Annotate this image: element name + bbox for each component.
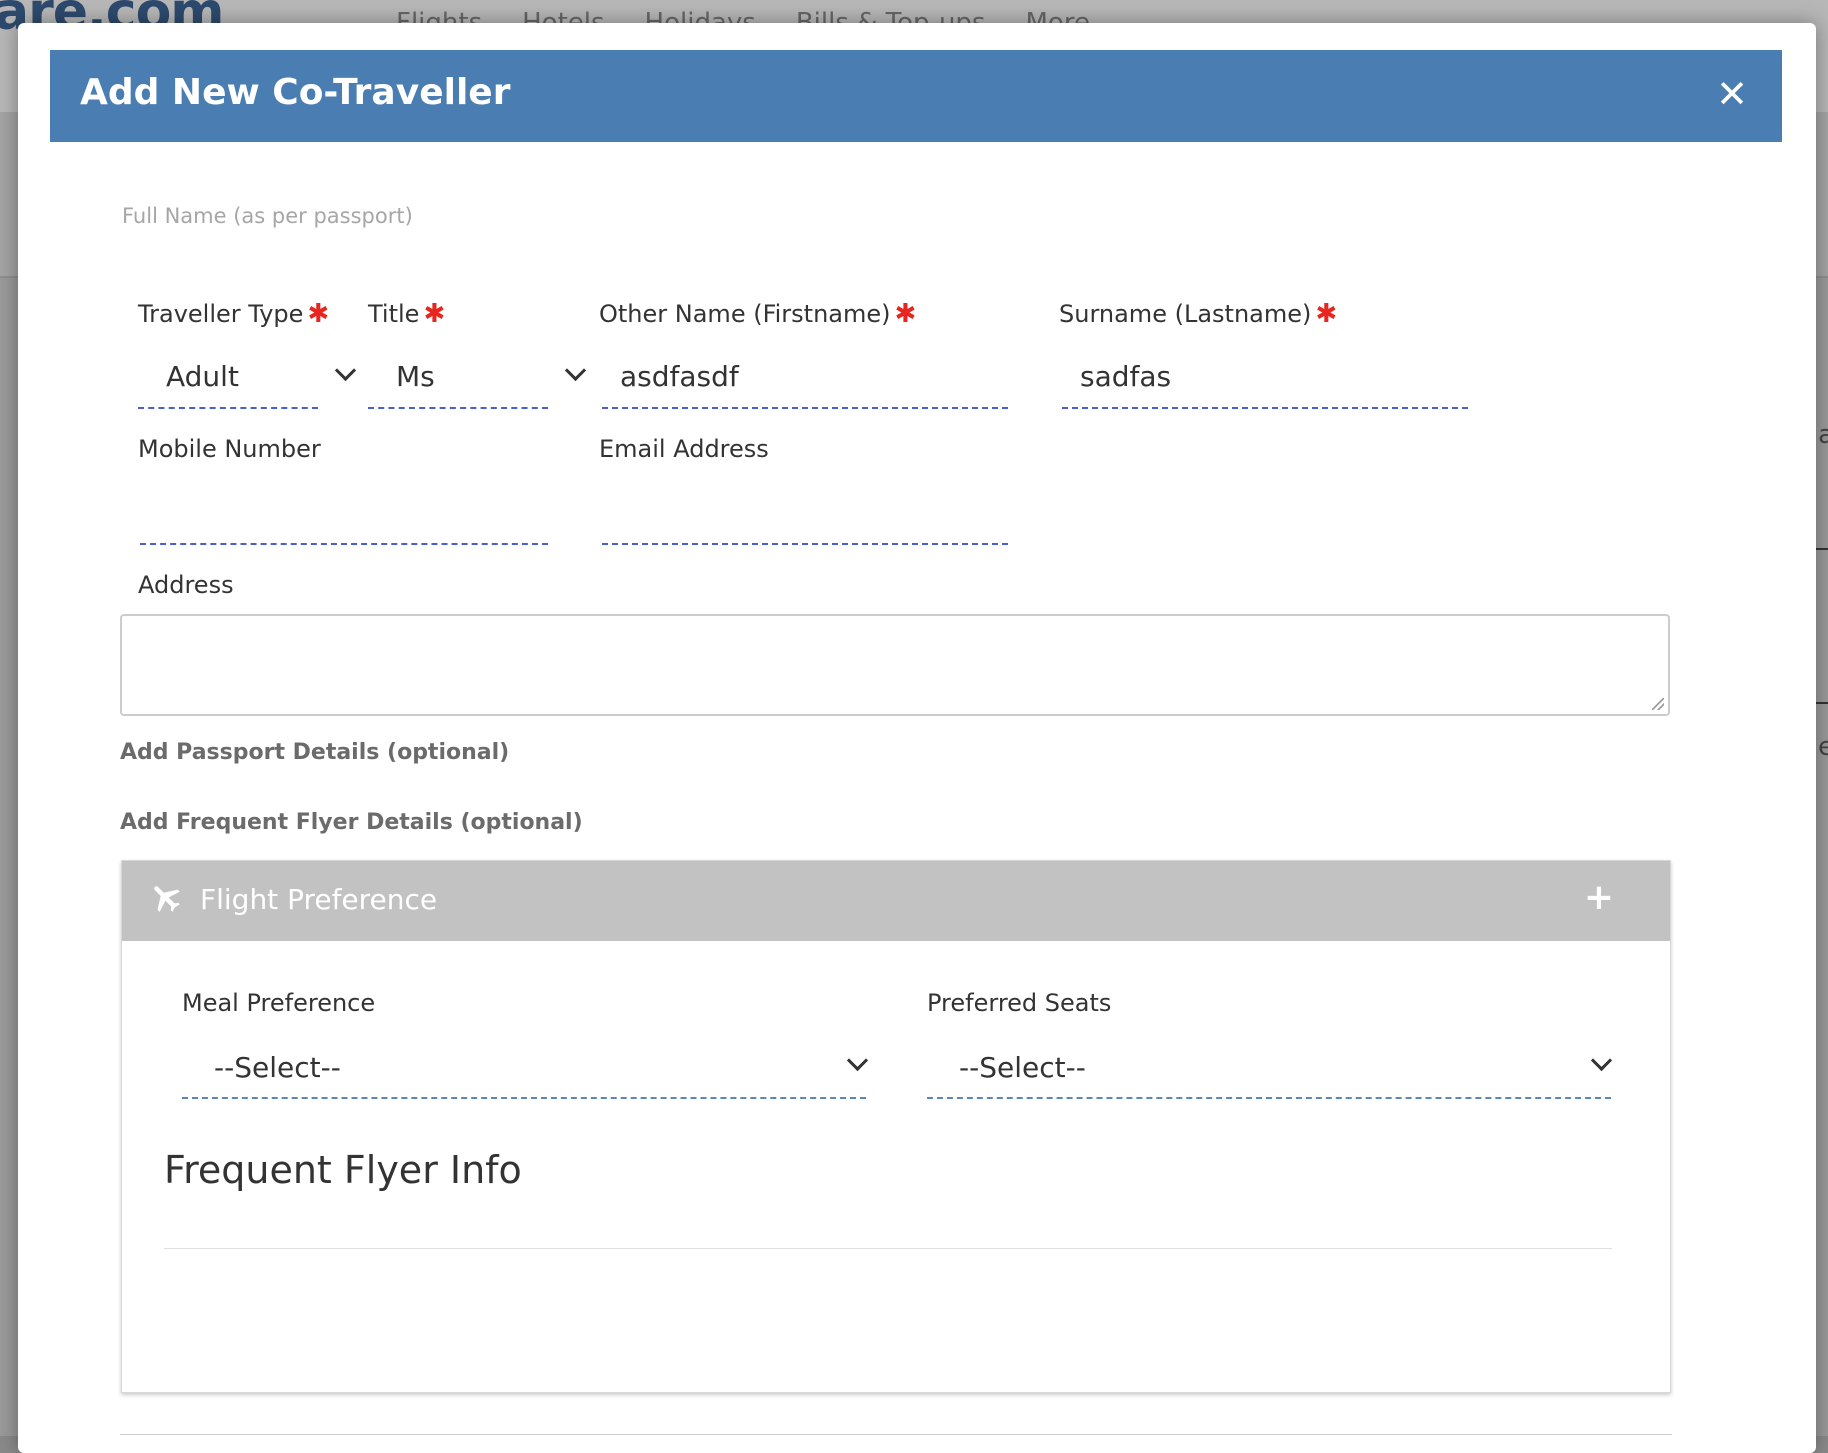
last-name-label-text: Surname (Lastname)	[1059, 300, 1312, 328]
email-input[interactable]	[604, 493, 1006, 529]
title-underline	[368, 407, 548, 409]
traveller-type-label: Traveller Type ✱	[138, 299, 329, 329]
resize-handle-icon[interactable]	[1652, 698, 1664, 710]
traveller-type-label-text: Traveller Type	[138, 300, 304, 328]
frequent-flyer-divider	[164, 1248, 1612, 1249]
modal-header: Add New Co-Traveller ✕	[50, 50, 1782, 142]
title-value: Ms	[396, 360, 435, 393]
last-name-underline	[1062, 407, 1468, 409]
add-passport-link[interactable]: Add Passport Details (optional)	[120, 740, 509, 765]
meal-preference-underline	[182, 1097, 866, 1099]
chevron-down-icon	[334, 359, 357, 382]
email-underline	[602, 543, 1008, 545]
last-name-label: Surname (Lastname) ✱	[1059, 299, 1337, 329]
mobile-input[interactable]	[142, 493, 546, 529]
traveller-type-value: Adult	[166, 360, 239, 393]
meal-preference-value: --Select--	[214, 1051, 341, 1084]
background-fragment: a	[1818, 420, 1828, 450]
address-textarea[interactable]	[120, 614, 1670, 716]
preferred-seats-value: --Select--	[959, 1051, 1086, 1084]
flight-preference-header[interactable]: Flight Preference +	[122, 861, 1670, 941]
first-name-label-text: Other Name (Firstname)	[599, 300, 891, 328]
required-marker: ✱	[1315, 299, 1338, 329]
flight-preference-title: Flight Preference	[200, 883, 438, 916]
chevron-down-icon	[564, 359, 587, 382]
bottom-divider	[120, 1434, 1672, 1435]
chevron-down-icon	[846, 1049, 869, 1072]
email-label: Email Address	[599, 435, 769, 463]
title-label-text: Title	[368, 300, 420, 328]
preferred-seats-underline	[927, 1097, 1611, 1099]
chevron-down-icon	[1590, 1049, 1613, 1072]
required-marker: ✱	[423, 299, 446, 329]
first-name-label: Other Name (Firstname) ✱	[599, 299, 916, 329]
first-name-input[interactable]: asdfasdf	[620, 360, 739, 393]
modal-title: Add New Co-Traveller	[80, 72, 511, 113]
meal-preference-label: Meal Preference	[182, 989, 376, 1017]
add-frequent-flyer-link[interactable]: Add Frequent Flyer Details (optional)	[120, 810, 583, 835]
mobile-underline	[140, 543, 548, 545]
background-fragment: e	[1818, 732, 1828, 762]
last-name-input[interactable]: sadfas	[1080, 360, 1171, 393]
airplane-icon	[154, 886, 180, 912]
traveller-type-underline	[138, 407, 318, 409]
title-label: Title ✱	[368, 299, 445, 329]
full-name-hint: Full Name (as per passport)	[122, 204, 413, 228]
frequent-flyer-info-heading: Frequent Flyer Info	[164, 1148, 522, 1192]
required-marker: ✱	[894, 299, 917, 329]
first-name-underline	[602, 407, 1008, 409]
close-icon[interactable]: ✕	[1712, 72, 1752, 116]
expand-plus-icon[interactable]: +	[1584, 877, 1614, 918]
flight-preference-panel: Flight Preference + Meal Preference --Se…	[121, 860, 1671, 1393]
add-co-traveller-modal: Add New Co-Traveller ✕ Full Name (as per…	[18, 23, 1816, 1453]
mobile-label: Mobile Number	[138, 435, 321, 463]
required-marker: ✱	[307, 299, 330, 329]
address-label: Address	[138, 571, 234, 599]
preferred-seats-label: Preferred Seats	[927, 989, 1112, 1017]
